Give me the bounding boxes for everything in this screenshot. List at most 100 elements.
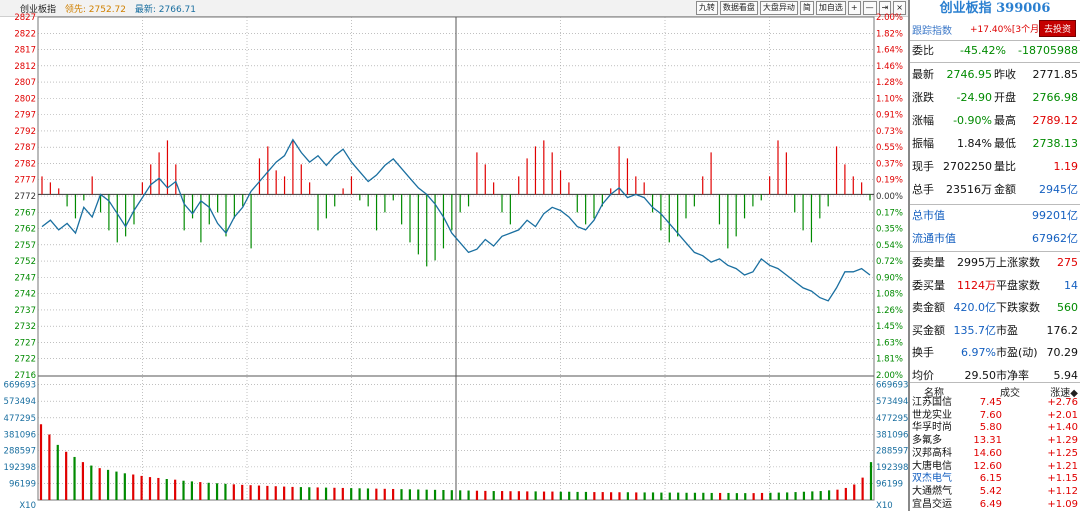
quote-label: 总手 (912, 183, 934, 196)
total-mv-value: 99201亿 (1032, 209, 1078, 222)
divider (910, 382, 1080, 383)
quote-label: 开盘 (994, 91, 1016, 104)
stat-value: 2995万 (957, 256, 996, 269)
stat-label: 平盘家数 (996, 278, 1040, 292)
volume-tick-right: 573494 (876, 397, 908, 407)
volume-tick-left: 381096 (4, 430, 36, 440)
stat-row: 买金额 135.7亿 市盈 176.2 (910, 321, 1080, 341)
pct-tick: 2.00% (876, 13, 903, 23)
stock-change: +1.21 (1047, 460, 1078, 472)
divider (910, 62, 1080, 63)
pct-tick: 0.55% (876, 143, 903, 153)
volume-tick-left: 477295 (4, 414, 36, 424)
quote-value: 1.19 (1053, 160, 1079, 173)
quote-row: 现手 2702250 量比 1.19 (910, 157, 1080, 177)
price-tick: 2782 (14, 159, 36, 169)
volume-tick-left: 288597 (4, 446, 36, 456)
stat-value: 6.97% (961, 346, 996, 359)
stat-row: 委买量 1124万 平盘家数 14 (910, 276, 1080, 296)
pct-tick: 0.17% (876, 208, 903, 218)
quote-label: 昨收 (994, 68, 1016, 81)
stock-row[interactable]: 大通燃气 5.42 +1.12 (910, 486, 1080, 497)
stat-row: 卖金额 420.0亿 下跌家数 560 (910, 298, 1080, 318)
stock-row[interactable]: 世龙实业 7.60 +2.01 (910, 410, 1080, 421)
volume-tick-right: 192398 (876, 463, 908, 473)
price-tick: 2737 (14, 306, 36, 316)
stock-change: +1.15 (1047, 473, 1078, 485)
quote-value: 2746.95 (946, 68, 993, 81)
stock-row[interactable]: 汉邦高科 14.60 +1.25 (910, 448, 1080, 459)
stock-row[interactable]: 多氟多 13.31 +1.29 (910, 435, 1080, 446)
stock-price: 14.60 (973, 447, 1002, 459)
weibi-label: 委比 (912, 44, 934, 57)
intraday-chart[interactable]: 2827 2.00% 2822 1.82% 2817 1.64% 2812 1.46% 2807… (0, 0, 908, 511)
invest-button[interactable]: 去投资 (1038, 20, 1076, 37)
weibi-row: 委比 -45.42% -18705988 (910, 41, 1080, 61)
stock-name: 华孚时尚 (912, 422, 952, 434)
quote-value: 2738.13 (1032, 137, 1079, 150)
stat-value: 1124万 (957, 278, 996, 292)
price-tick: 2817 (14, 46, 36, 56)
pct-tick: 0.91% (876, 111, 903, 121)
volume-tick-right: 288597 (876, 446, 908, 456)
stock-row[interactable]: 江苏国信 7.45 +2.76 (910, 397, 1080, 408)
volume-unit-right: X10 (876, 501, 893, 511)
stock-name: 江苏国信 (912, 397, 952, 408)
quote-value: -24.90 (956, 91, 992, 104)
quote-value: 23516万 (946, 183, 992, 196)
stock-change: +1.12 (1047, 485, 1078, 497)
stock-name: 世龙实业 (912, 409, 952, 421)
price-tick: 2807 (14, 78, 36, 88)
track-value: +17.40%[3个月] (970, 25, 1043, 35)
total-mv-row: 总市值 99201亿 (910, 206, 1080, 226)
stock-row[interactable]: 华孚时尚 5.80 +1.40 (910, 422, 1080, 433)
index-title: 创业板指 399006 (939, 1, 1051, 16)
price-tick: 2797 (14, 111, 36, 121)
stat-label: 下跌家数 (996, 301, 1040, 314)
price-tick: 2747 (14, 273, 36, 283)
divider (910, 204, 1080, 205)
quote-label: 现手 (912, 160, 934, 173)
quote-label: 最低 (994, 137, 1016, 150)
stock-name: 汉邦高科 (912, 447, 952, 459)
stat-label: 委买量 (912, 278, 945, 292)
stat-row: 换手 6.97% 市盈(动) 70.29 (910, 343, 1080, 363)
stat-value: 560 (1057, 301, 1078, 314)
price-tick: 2722 (14, 355, 36, 365)
stat-label: 市盈(动) (996, 346, 1038, 359)
stat-value: 14 (1064, 278, 1078, 292)
quote-label: 金额 (994, 183, 1016, 196)
volume-tick-right: 381096 (876, 430, 908, 440)
price-tick: 2716 (14, 371, 36, 381)
quote-value: 2789.12 (1032, 114, 1079, 127)
stock-row[interactable]: 双杰电气 6.15 +1.15 (910, 473, 1080, 484)
price-tick: 2727 (14, 338, 36, 348)
quote-value: 2702250 (943, 160, 992, 173)
quote-value: 2771.85 (1032, 68, 1079, 81)
price-tick: 2812 (14, 62, 36, 72)
quote-value: 2945亿 (1039, 183, 1078, 196)
pct-tick: 0.90% (876, 273, 903, 283)
stock-row[interactable]: 宜昌交运 6.49 +1.09 (910, 499, 1080, 510)
stock-price: 5.42 (979, 485, 1002, 497)
stock-row[interactable]: 大唐电信 12.60 +1.21 (910, 461, 1080, 472)
stock-list-header: 名称 成交 涨速◆ (910, 384, 1080, 399)
price-tick: 2732 (14, 322, 36, 332)
stock-change: +2.76 (1047, 397, 1078, 408)
stock-name: 宜昌交运 (912, 498, 952, 510)
quote-row: 振幅 1.84% 最低 2738.13 (910, 134, 1080, 154)
price-tick: 2762 (14, 225, 36, 235)
quote-label: 量比 (994, 160, 1016, 173)
pct-tick: 1.10% (876, 94, 903, 104)
stock-name: 大通燃气 (912, 485, 952, 497)
stock-change: +1.29 (1047, 435, 1078, 447)
price-tick: 2752 (14, 257, 36, 267)
stat-label: 换手 (912, 346, 934, 359)
stat-label: 市盈 (996, 323, 1018, 337)
pct-tick: 1.82% (876, 29, 903, 39)
quote-label: 最高 (994, 114, 1016, 127)
weibi-pct: -45.42% (960, 44, 1006, 57)
stock-price: 6.49 (979, 498, 1002, 510)
quote-row: 总手 23516万 金额 2945亿 (910, 180, 1080, 200)
price-tick: 2822 (14, 29, 36, 39)
